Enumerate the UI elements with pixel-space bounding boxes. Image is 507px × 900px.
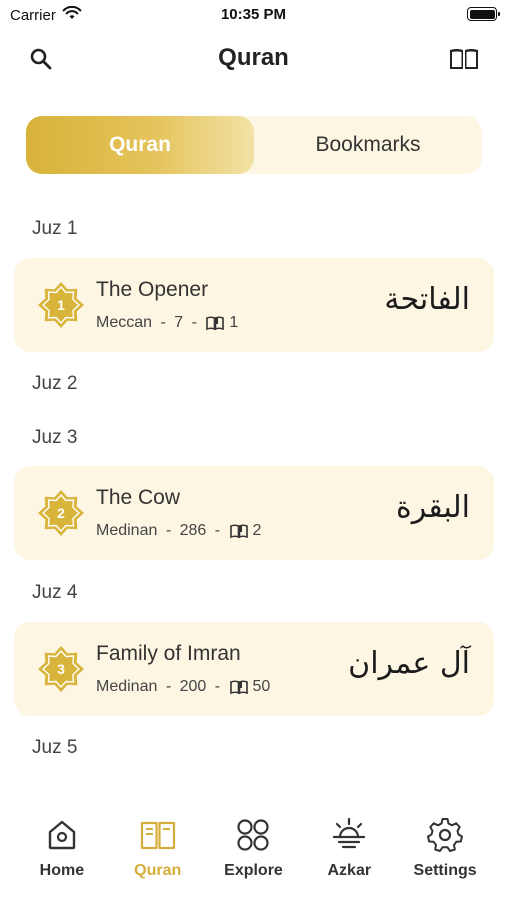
- azkar-icon: [330, 816, 368, 854]
- juz-header: Juz 1: [32, 218, 78, 239]
- surah-name: Family of Imran: [96, 642, 241, 665]
- juz-header: Juz 4: [32, 582, 78, 603]
- tab-bar: Home Quran Explore Azkar Settings: [0, 800, 507, 900]
- surah-number-badge: 1: [36, 280, 86, 330]
- status-time: 10:35 PM: [220, 6, 287, 23]
- status-bar: Carrier 10:35 PM: [0, 0, 507, 32]
- tab-quran[interactable]: Quran: [113, 800, 203, 900]
- segment-bookmarks[interactable]: Bookmarks: [254, 116, 482, 174]
- segmented-control: Quran Bookmarks: [26, 116, 482, 174]
- page-number: 1: [229, 314, 239, 331]
- surah-meta: Meccan - 7 - 1: [96, 314, 238, 332]
- open-book-icon: [205, 315, 225, 331]
- surah-number-badge: 3: [36, 644, 86, 694]
- surah-name: The Cow: [96, 486, 181, 509]
- verse-count: 286: [179, 522, 207, 539]
- surah-card[interactable]: 1 The Opener Meccan - 7 - 1 الفاتحة: [14, 258, 494, 352]
- explore-icon: [234, 816, 272, 854]
- page-number: 50: [252, 678, 271, 695]
- page-title: Quran: [218, 44, 289, 71]
- tab-label: Explore: [224, 862, 283, 879]
- meta-separator: -: [161, 678, 176, 695]
- surah-meta: Medinan - 286 - 2: [96, 522, 261, 540]
- surah-number: 2: [57, 505, 65, 521]
- surah-arabic-name: البقرة: [396, 490, 470, 525]
- quran-icon: [139, 816, 177, 854]
- juz-header: Juz 5: [32, 737, 78, 758]
- verse-count: 200: [179, 678, 207, 695]
- surah-name: The Opener: [96, 278, 209, 301]
- battery-icon: [467, 7, 500, 21]
- surah-number-badge: 2: [36, 488, 86, 538]
- open-book-icon: [229, 523, 249, 539]
- tab-explore[interactable]: Explore: [208, 800, 298, 900]
- revelation-type: Medinan: [96, 522, 158, 539]
- nav-bar: Quran: [0, 36, 507, 82]
- meta-separator: -: [210, 678, 225, 695]
- juz-header: Juz 3: [32, 427, 78, 448]
- home-icon: [43, 816, 81, 854]
- page-number: 2: [252, 522, 262, 539]
- surah-arabic-name: آل عمران: [348, 646, 470, 681]
- meta-separator: -: [161, 522, 176, 539]
- tab-label: Home: [39, 862, 85, 879]
- meta-separator: -: [187, 314, 202, 331]
- book-icon[interactable]: [447, 44, 481, 74]
- verse-count: 7: [174, 314, 184, 331]
- tab-label: Settings: [413, 862, 477, 879]
- tab-settings[interactable]: Settings: [400, 800, 490, 900]
- tab-label: Quran: [134, 862, 182, 879]
- surah-number: 3: [57, 661, 65, 677]
- surah-number: 1: [57, 297, 65, 313]
- meta-separator: -: [210, 522, 225, 539]
- surah-card[interactable]: 2 The Cow Medinan - 286 - 2 البقرة: [14, 466, 494, 560]
- tab-azkar[interactable]: Azkar: [304, 800, 394, 900]
- revelation-type: Medinan: [96, 678, 158, 695]
- settings-icon: [426, 816, 464, 854]
- segment-quran[interactable]: Quran: [26, 116, 254, 174]
- surah-card[interactable]: 3 Family of Imran Medinan - 200 - 50 آل …: [14, 622, 494, 716]
- meta-separator: -: [156, 314, 171, 331]
- surah-arabic-name: الفاتحة: [384, 282, 470, 317]
- tab-label: Azkar: [327, 862, 372, 879]
- tab-home[interactable]: Home: [17, 800, 107, 900]
- open-book-icon: [229, 679, 249, 695]
- surah-meta: Medinan - 200 - 50: [96, 678, 270, 696]
- juz-header: Juz 2: [32, 373, 78, 394]
- revelation-type: Meccan: [96, 314, 153, 331]
